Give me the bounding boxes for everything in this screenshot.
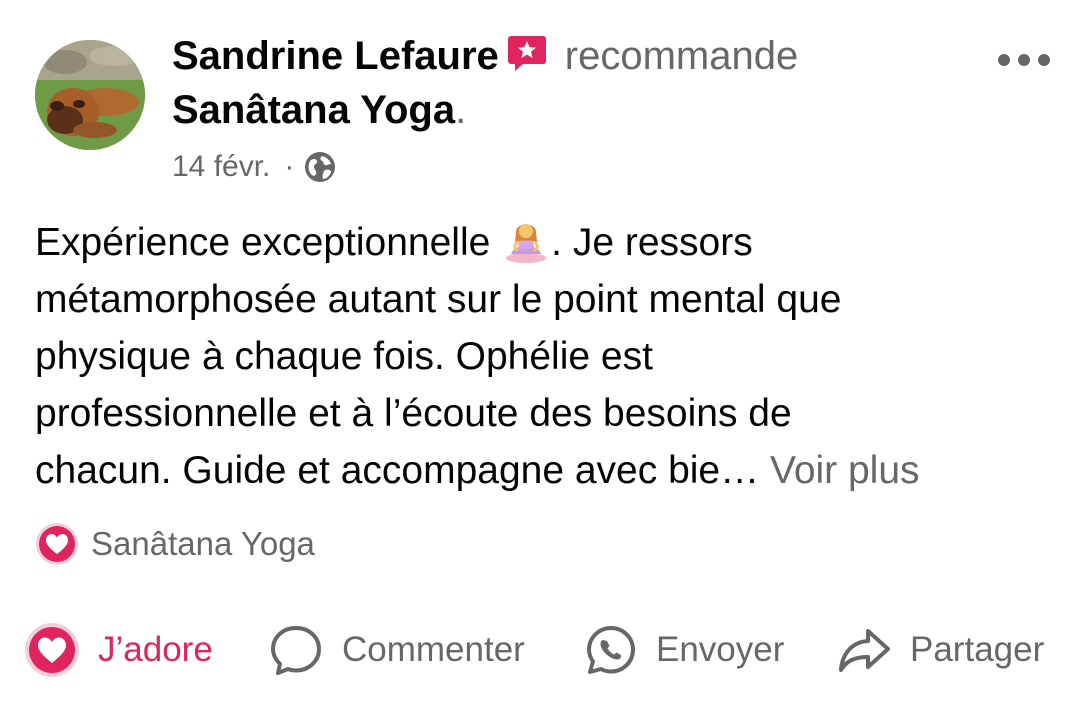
send-button-label: Envoyer xyxy=(656,630,785,669)
action-bar: J’adore Commenter Envoyer Partager xyxy=(0,620,1080,680)
post-header: Sandrine Lefaure recommande xyxy=(172,32,798,80)
person-in-lotus-position-icon xyxy=(503,218,549,264)
post-header-page: Sanâtana Yoga. xyxy=(172,86,466,134)
share-button-label: Partager xyxy=(910,630,1045,669)
send-button[interactable]: Envoyer xyxy=(584,620,784,680)
body-text-part: chacun. Guide et accompagne avec bie… xyxy=(35,449,760,492)
header-period: . xyxy=(455,88,467,132)
post-meta: 14 févr. · xyxy=(172,145,336,189)
body-line-3: physique à chaque fois. Ophélie est xyxy=(35,335,653,378)
comment-button[interactable]: Commenter xyxy=(268,620,525,680)
body-text-part: . Je ressors xyxy=(551,221,753,264)
body-line-2: métamorphosée autant sur le point mental… xyxy=(35,278,842,321)
whatsapp-icon xyxy=(584,623,656,677)
body-line-1: Expérience exceptionnelle . Je ressors xyxy=(35,214,1045,271)
see-more-link[interactable]: Voir plus xyxy=(770,449,920,492)
reaction-page-name: Sanâtana Yoga xyxy=(91,525,315,562)
more-options-icon[interactable] xyxy=(996,50,1052,70)
love-icon xyxy=(24,622,98,678)
body-line-5: chacun. Guide et accompagne avec bie… Vo… xyxy=(35,442,1045,499)
post-date[interactable]: 14 févr. xyxy=(172,145,270,189)
love-button[interactable]: J’adore xyxy=(24,620,213,680)
author-name[interactable]: Sandrine Lefaure xyxy=(172,34,499,78)
recommend-verb: recommande xyxy=(564,34,799,78)
recommendation-post: Sandrine Lefaure recommande Sanâtana Yog… xyxy=(0,0,1080,716)
recommendation-badge-icon xyxy=(507,33,547,73)
globe-icon xyxy=(304,151,336,183)
page-name-link[interactable]: Sanâtana Yoga xyxy=(172,88,455,132)
meta-separator: · xyxy=(284,150,295,183)
reaction-summary[interactable]: Sanâtana Yoga xyxy=(35,522,315,566)
love-reaction-icon xyxy=(35,522,79,566)
body-line-4: professionnelle et à l’écoute des besoin… xyxy=(35,392,792,435)
love-button-label: J’adore xyxy=(98,630,213,669)
avatar[interactable] xyxy=(35,40,145,150)
post-body: Expérience exceptionnelle . Je ressors m… xyxy=(35,214,1045,499)
comment-icon xyxy=(268,622,342,678)
body-text-part: Expérience exceptionnelle xyxy=(35,221,491,264)
share-button[interactable]: Partager xyxy=(836,620,1044,680)
comment-button-label: Commenter xyxy=(342,630,525,669)
share-icon xyxy=(836,622,910,678)
